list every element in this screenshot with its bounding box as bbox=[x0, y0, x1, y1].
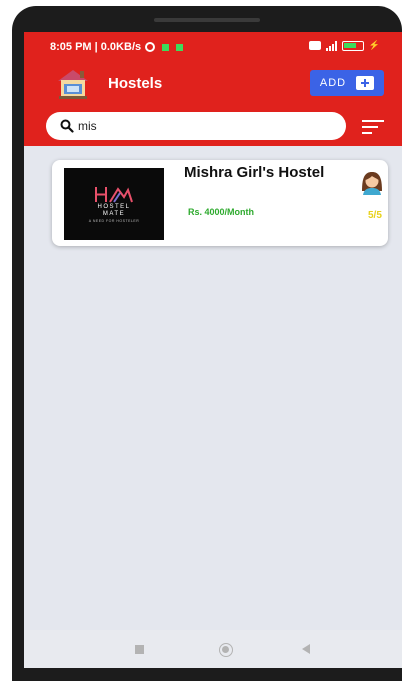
status-time: 8:05 PM | 0.0KB/s bbox=[50, 41, 142, 53]
add-button-label: ADD bbox=[319, 77, 347, 89]
hostel-card[interactable]: HOSTEL MATE A NEED FOR HOSTELER Mishra G… bbox=[52, 160, 388, 246]
hostel-mate-logo-icon bbox=[95, 186, 133, 203]
plus-icon bbox=[356, 76, 375, 90]
hostel-rating: 5/5 bbox=[368, 210, 382, 221]
thumbnail-brand-line2: MATE bbox=[102, 210, 126, 217]
sort-filter-icon[interactable] bbox=[362, 118, 384, 136]
hostel-thumbnail: HOSTEL MATE A NEED FOR HOSTELER bbox=[64, 168, 164, 240]
app-screen: 8:05 PM | 0.0KB/s ⚡ Hostels ADD mis HOST… bbox=[24, 32, 402, 668]
notification-icon bbox=[176, 43, 184, 51]
page-title: Hostels bbox=[108, 75, 163, 92]
charging-icon: ⚡ bbox=[368, 40, 380, 50]
back-triangle-icon[interactable] bbox=[302, 644, 310, 654]
hostel-building-icon bbox=[58, 70, 88, 99]
search-icon bbox=[60, 119, 74, 133]
add-hostel-button[interactable]: ADD bbox=[310, 70, 384, 96]
battery-icon bbox=[341, 40, 364, 51]
system-nav-bar bbox=[24, 630, 402, 668]
search-input[interactable] bbox=[78, 119, 318, 133]
female-avatar-icon bbox=[362, 172, 382, 195]
app-header: 8:05 PM | 0.0KB/s ⚡ Hostels ADD mis bbox=[24, 32, 402, 146]
badge-icon bbox=[308, 41, 321, 50]
alarm-icon bbox=[145, 42, 156, 52]
thumbnail-tagline: A NEED FOR HOSTELER bbox=[88, 218, 140, 223]
hostel-price: Rs. 4000/Month bbox=[188, 207, 255, 217]
recents-square-icon[interactable] bbox=[135, 645, 144, 654]
search-bar[interactable] bbox=[46, 112, 346, 140]
signal-icon bbox=[325, 40, 337, 51]
phone-frame: 8:05 PM | 0.0KB/s ⚡ Hostels ADD mis HOST… bbox=[12, 6, 402, 681]
notification-icon bbox=[162, 43, 170, 51]
status-bar: 8:05 PM | 0.0KB/s ⚡ bbox=[24, 32, 402, 58]
speaker-grille bbox=[154, 18, 260, 22]
home-circle-icon[interactable] bbox=[219, 643, 233, 657]
hostel-name: Mishra Girl's Hostel bbox=[184, 164, 325, 181]
thumbnail-brand-line1: HOSTEL bbox=[97, 203, 131, 210]
